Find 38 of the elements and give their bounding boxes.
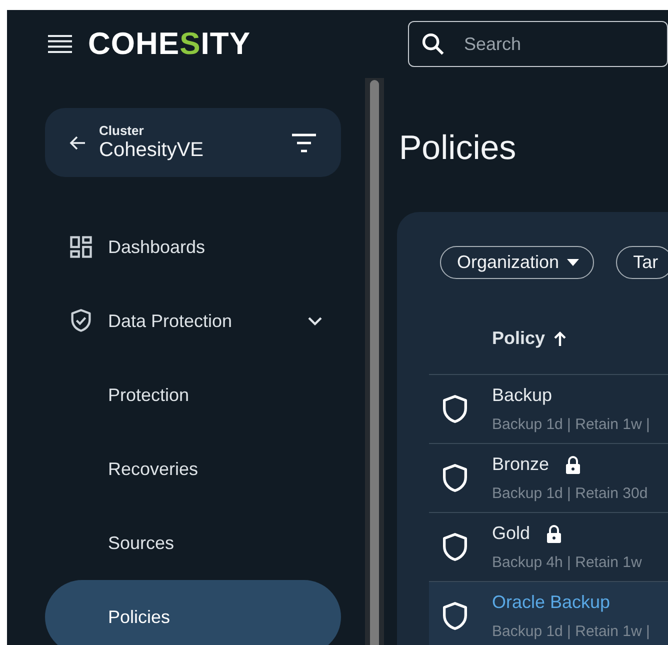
nav-item[interactable]: Protection [45, 358, 341, 432]
nav-item[interactable]: Recoveries [45, 432, 341, 506]
scrollbar[interactable] [370, 80, 379, 645]
menu-icon[interactable] [48, 34, 72, 54]
nav-item[interactable]: Policies [45, 580, 341, 645]
cluster-label: Cluster [99, 123, 145, 138]
shield-icon [443, 395, 467, 423]
search-field[interactable]: Search [408, 21, 668, 67]
table-row[interactable]: Backup Backup 1d | Retain 1w | [429, 375, 668, 444]
filter-chip[interactable]: Tar [616, 246, 668, 279]
policy-summary: Backup 4h | Retain 1w [492, 554, 642, 571]
filter-chip[interactable]: Organization [440, 246, 594, 279]
policy-summary: Backup 1d | Retain 1w | [492, 623, 650, 640]
sort-up-icon [553, 330, 568, 346]
shield-icon [443, 533, 467, 561]
policy-name[interactable]: Backup [492, 385, 552, 406]
nav-item[interactable]: Sources [45, 506, 341, 580]
back-arrow-icon[interactable] [69, 134, 87, 152]
policy-summary: Backup 1d | Retain 30d [492, 485, 648, 502]
nav-item[interactable]: Dashboards [45, 210, 341, 284]
policy-summary: Backup 1d | Retain 1w | [492, 416, 650, 433]
policy-name[interactable]: Oracle Backup [492, 592, 610, 613]
page-title: Policies [399, 128, 518, 168]
policy-name[interactable]: Gold [492, 523, 530, 544]
caret-icon [567, 258, 580, 266]
cluster-selector[interactable]: Cluster CohesityVE [45, 108, 341, 177]
search-icon [420, 31, 446, 57]
table-row[interactable]: Bronze Backup 1d | Retain 30d [429, 444, 668, 513]
table-row[interactable]: Oracle Backup Backup 1d | Retain 1w | [429, 582, 668, 645]
cluster-name: CohesityVE [99, 139, 204, 162]
shield-icon [443, 464, 467, 492]
policy-name[interactable]: Bronze [492, 454, 550, 475]
column-header[interactable]: Policy [492, 328, 568, 349]
filter-icon[interactable] [291, 132, 317, 154]
dashboard-icon [68, 234, 94, 260]
shield-icon [443, 602, 467, 630]
nav-item[interactable]: Data Protection [45, 284, 341, 358]
logo: COHESITY [88, 26, 250, 62]
